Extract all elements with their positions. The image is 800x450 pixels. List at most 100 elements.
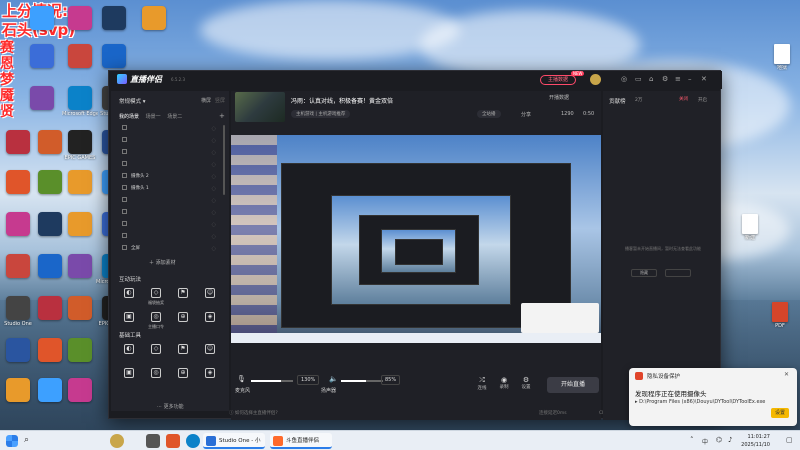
- source-item[interactable]: ◌: [116, 147, 224, 159]
- desktop-app-icon[interactable]: [96, 44, 132, 69]
- avatar[interactable]: [590, 74, 601, 85]
- category-tag[interactable]: 主机游戏 | 主机游戏推荐: [291, 110, 351, 118]
- desktop-app-icon[interactable]: [24, 44, 60, 69]
- volume-icon[interactable]: ♪: [728, 436, 732, 444]
- desktop-app-icon[interactable]: [62, 378, 98, 403]
- clock[interactable]: 11:01:27 2025/11/10: [741, 433, 770, 449]
- visibility-icon[interactable]: ◌: [212, 135, 216, 147]
- tool-button[interactable]: ⚑: [171, 344, 195, 356]
- visibility-icon[interactable]: ◌: [212, 195, 216, 207]
- mic-volume-slider[interactable]: [251, 380, 293, 382]
- speaker-icon[interactable]: 🔈: [329, 375, 338, 383]
- task-view-icon[interactable]: [146, 434, 160, 448]
- record-button[interactable]: ◉ 录制: [495, 376, 513, 390]
- desktop-app-icon[interactable]: [62, 44, 98, 69]
- source-item[interactable]: 摄像头 2 ◌: [116, 171, 224, 183]
- titlebar[interactable]: 直播伴侣 6.5.2.3 主播数据 NEW ◎ ▭ ⌂ ⚙ ≡ – ✕: [109, 71, 722, 89]
- start-icon[interactable]: [6, 435, 18, 447]
- message-icon[interactable]: ▭: [635, 75, 642, 83]
- visibility-icon[interactable]: ◌: [212, 171, 216, 183]
- desktop-file-icon[interactable]: 地狱: [764, 44, 800, 71]
- checkbox[interactable]: [122, 161, 127, 166]
- checkbox[interactable]: [122, 233, 127, 238]
- add-source-button[interactable]: ＋ 添加素材: [149, 259, 176, 266]
- tool-button[interactable]: ▣: [117, 312, 141, 324]
- more-functions-button[interactable]: ⋯ 更多功能: [157, 403, 184, 410]
- source-item[interactable]: ◌: [116, 135, 224, 147]
- notification-settings-button[interactable]: 设置: [771, 408, 789, 418]
- source-item[interactable]: ◌: [116, 159, 224, 171]
- desktop-app-icon[interactable]: [62, 254, 98, 279]
- tool-button[interactable]: ⊕: [171, 312, 195, 324]
- menu-icon[interactable]: ≡: [675, 75, 681, 83]
- desktop-app-icon[interactable]: [62, 338, 98, 363]
- tool-button[interactable]: ◈: [198, 368, 222, 380]
- stream-data-link[interactable]: 开播数据: [549, 94, 569, 101]
- source-item[interactable]: ◌: [116, 207, 224, 219]
- tab-my-scene[interactable]: 我的场景: [119, 114, 139, 120]
- desktop-file-icon[interactable]: 新建: [732, 214, 768, 241]
- checkbox[interactable]: [122, 209, 127, 214]
- contribution-title[interactable]: 贡献榜: [609, 97, 626, 105]
- tool-button[interactable]: ⚑: [171, 288, 195, 300]
- desktop-app-icon[interactable]: [62, 170, 98, 195]
- desktop-app-icon[interactable]: Microsoft Edge: [62, 86, 98, 117]
- settings-button[interactable]: ⚙ 设置: [517, 376, 535, 390]
- source-item[interactable]: ◌: [116, 123, 224, 135]
- mic-icon[interactable]: 🎙: [237, 375, 246, 383]
- source-item[interactable]: 摄像头 1 ◌: [116, 183, 224, 195]
- privacy-notification[interactable]: 隐私设备保护 ✕ 发现程序正在使用摄像头 ▸ D:\Program Files …: [629, 368, 797, 426]
- source-item[interactable]: 全屏 ◌: [116, 243, 224, 255]
- open-toggle[interactable]: 开启: [698, 97, 707, 103]
- desktop-app-icon[interactable]: [0, 130, 36, 155]
- add-scene-icon[interactable]: +: [219, 112, 225, 120]
- visibility-icon[interactable]: ◌: [212, 183, 216, 195]
- notification-center-icon[interactable]: ▢: [786, 436, 793, 444]
- speaker-volume-value[interactable]: 85%: [381, 375, 401, 385]
- desktop-app-icon[interactable]: [0, 378, 36, 403]
- tool-button[interactable]: ⊕: [171, 368, 195, 380]
- desktop-app-icon[interactable]: [62, 212, 98, 237]
- visibility-icon[interactable]: ◌: [212, 219, 216, 231]
- stream-preview[interactable]: [231, 135, 601, 343]
- tool-button[interactable]: ◐: [117, 288, 141, 300]
- edge-icon[interactable]: [186, 434, 200, 448]
- desktop-app-icon[interactable]: [0, 170, 36, 195]
- landscape-toggle[interactable]: 横屏: [201, 97, 211, 104]
- checkbox[interactable]: [122, 197, 127, 202]
- desktop-app-icon[interactable]: [62, 296, 98, 321]
- desktop-app-icon[interactable]: [0, 254, 36, 279]
- mic-volume-value[interactable]: 130%: [297, 375, 320, 385]
- desktop-app-icon[interactable]: [0, 212, 36, 237]
- scrollbar[interactable]: [223, 125, 225, 195]
- checkbox[interactable]: [122, 137, 127, 142]
- tab-scene-1[interactable]: 场景一: [146, 114, 161, 120]
- checkbox[interactable]: [122, 149, 127, 154]
- source-item[interactable]: ◌: [116, 195, 224, 207]
- settings-small-button[interactable]: [665, 269, 691, 277]
- anchor-data-button[interactable]: 主播数据: [540, 75, 576, 85]
- desktop-app-icon[interactable]: [136, 6, 172, 31]
- desktop-app-icon[interactable]: Studio One: [0, 296, 36, 327]
- desktop-app-icon[interactable]: [62, 6, 98, 31]
- close-icon[interactable]: ✕: [701, 75, 707, 83]
- desktop-pdf-icon[interactable]: PDF: [762, 302, 798, 329]
- share-link[interactable]: 分享: [521, 111, 531, 118]
- mode-select[interactable]: 常规模式 ▾: [119, 97, 146, 105]
- start-live-button[interactable]: 开始直播: [547, 377, 599, 393]
- desktop-app-icon[interactable]: EPIC GAMES: [62, 130, 98, 161]
- tool-button[interactable]: ◇: [144, 344, 168, 356]
- app-icon[interactable]: [166, 434, 180, 448]
- visibility-icon[interactable]: ◌: [212, 231, 216, 243]
- checkbox[interactable]: [122, 125, 127, 130]
- network-icon[interactable]: ⌬: [716, 436, 722, 444]
- source-item[interactable]: ◌: [116, 231, 224, 243]
- close-toggle[interactable]: 关闭: [679, 96, 688, 102]
- visibility-icon[interactable]: ◌: [212, 243, 216, 255]
- taskbar-task-live-companion[interactable]: 斗鱼直播伴侣: [270, 433, 332, 449]
- tool-button[interactable]: ◐: [117, 344, 141, 356]
- visibility-icon[interactable]: ◌: [212, 123, 216, 135]
- checkbox[interactable]: [122, 173, 127, 178]
- checkbox[interactable]: [122, 185, 127, 190]
- visibility-icon[interactable]: ◌: [212, 147, 216, 159]
